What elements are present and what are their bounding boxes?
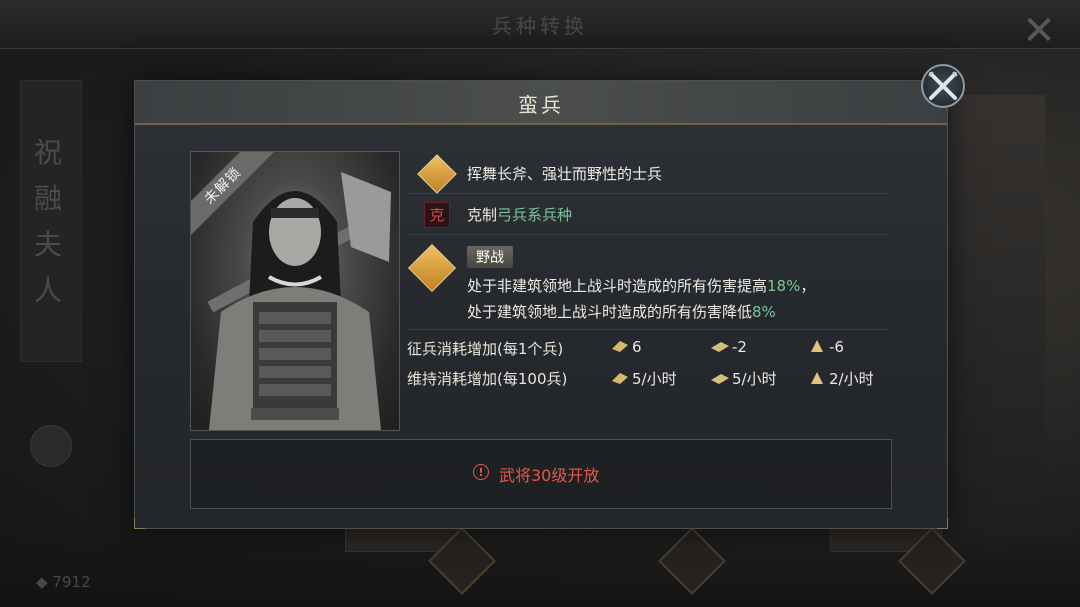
grain-bundle-icon	[610, 339, 630, 353]
warning-icon: !	[473, 464, 489, 480]
grain-bundle-icon	[610, 371, 630, 385]
description-row: 挥舞长斧、强壮而野性的士兵	[407, 153, 889, 194]
background-general-name: 祝 融 夫 人	[33, 136, 62, 307]
background-topbar: 兵种转换 ✕	[0, 0, 1080, 54]
recruit-cost-grain: 6	[610, 338, 642, 356]
upkeep-cost-wood: 5/小时	[710, 368, 777, 389]
unit-detail-dialog: 蛮兵 未解锁 挥舞长斧、强壮而野性的士兵 克 克制弓兵系兵种 野战 处于非建筑领…	[134, 80, 948, 529]
counter-text: 克制弓兵系兵种	[467, 206, 573, 224]
counter-row: 克 克制弓兵系兵种	[407, 194, 889, 235]
skill-name-tag: 野战	[467, 246, 513, 268]
upkeep-cost-label: 维持消耗增加(每100兵)	[407, 370, 568, 388]
background-close-icon: ✕	[1022, 8, 1056, 54]
recruit-cost-label: 征兵消耗增加(每1个兵)	[407, 340, 564, 358]
corner-ornament	[134, 518, 145, 529]
helmet-skill-icon	[407, 243, 457, 293]
unit-description: 挥舞长斧、强壮而野性的士兵	[467, 165, 663, 183]
unit-portrait: 未解锁	[190, 151, 400, 431]
background-unit-card	[945, 95, 1045, 495]
dialog-header: 蛮兵	[135, 81, 947, 125]
upkeep-cost-grain: 5/小时	[610, 368, 677, 389]
skill-line-1: 处于非建筑领地上战斗时造成的所有伤害提高18%，	[467, 277, 816, 295]
wheat-icon	[807, 371, 827, 385]
axe-type-icon	[417, 154, 457, 194]
background-bag-icon	[30, 425, 72, 467]
skill-row: 野战 处于非建筑领地上战斗时造成的所有伤害提高18%， 处于建筑领地上战斗时造成…	[407, 235, 889, 330]
recruit-cost-wood: -2	[710, 338, 747, 356]
wood-plank-icon	[710, 339, 730, 353]
background-title: 兵种转换	[492, 14, 588, 38]
wood-plank-icon	[710, 371, 730, 385]
counter-badge-icon: 克	[424, 202, 450, 228]
recruit-cost-food: -6	[807, 338, 844, 356]
unlock-requirement-box: ! 武将30级开放	[190, 439, 892, 509]
dialog-title: 蛮兵	[518, 93, 564, 117]
wheat-icon	[807, 339, 827, 353]
crossed-swords-close-icon	[928, 71, 958, 100]
skill-line-2: 处于建筑领地上战斗时造成的所有伤害降低8%	[467, 303, 776, 321]
unlock-requirement-text: 武将30级开放	[499, 466, 600, 485]
close-button[interactable]	[921, 64, 965, 108]
background-coins: ◆ 7912	[36, 573, 91, 591]
upkeep-cost-food: 2/小时	[807, 368, 874, 389]
corner-ornament	[937, 518, 948, 529]
